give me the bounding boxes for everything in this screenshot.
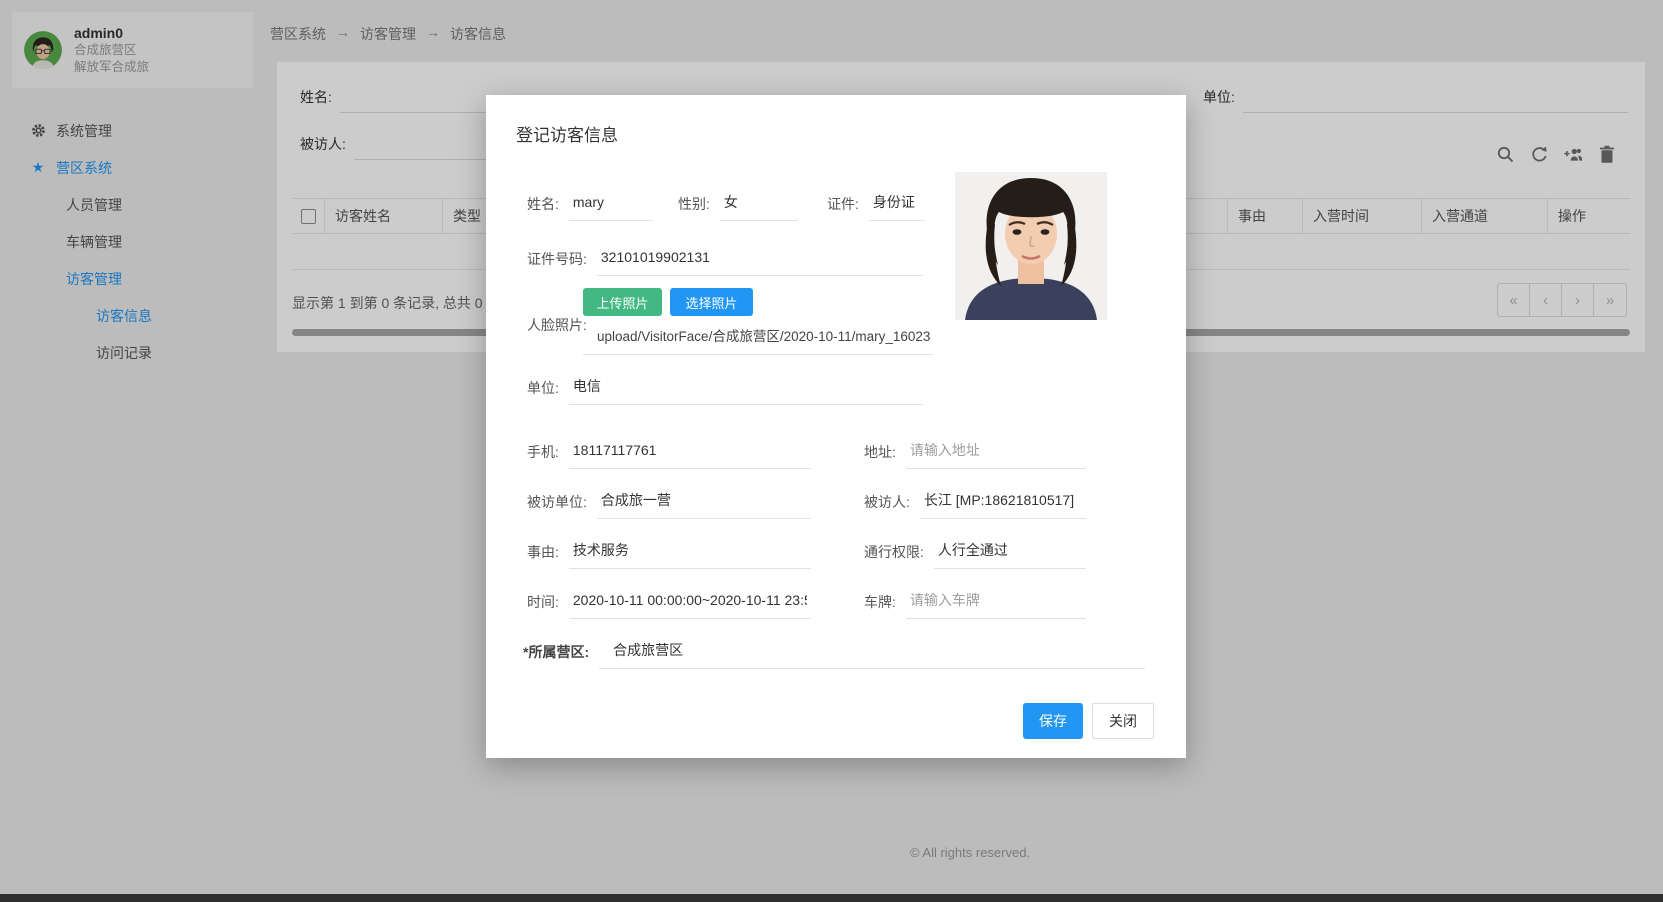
register-visitor-modal: 登记访客信息 姓名: 性别: 证件: 证件号码: 人脸照片: 上传照片 选择照片… [486,95,1186,758]
face-photo-field: 上传照片 选择照片 upload/VisitorFace/合成旅营区/2020-… [583,288,933,355]
reason-field-group: 事由: [527,540,811,569]
unit-label: 单位: [527,376,559,398]
plate-input[interactable] [906,590,1086,619]
upload-photo-button[interactable]: 上传照片 [583,288,662,316]
id-number-input[interactable] [597,247,923,276]
id-type-label: 证件: [827,192,859,214]
access-input[interactable] [934,540,1086,569]
visited-unit-label: 被访单位: [527,490,587,512]
camp-label: *所属营区: [523,640,589,662]
gender-input[interactable] [720,192,798,221]
gender-field-group: 性别: [678,192,798,221]
phone-label: 手机: [527,440,559,462]
camp-input[interactable] [599,640,1145,669]
address-input[interactable] [906,440,1086,469]
face-photo-label: 人脸照片: [527,313,587,335]
visited-unit-input[interactable] [597,490,811,519]
gender-label: 性别: [678,192,710,214]
address-label: 地址: [864,440,896,462]
close-button[interactable]: 关闭 [1092,703,1154,739]
access-field-group: 通行权限: [864,540,1086,569]
unit-field-group: 单位: [527,376,923,405]
face-photo-buttons: 上传照片 选择照片 [583,288,933,316]
save-button[interactable]: 保存 [1023,703,1083,739]
reason-label: 事由: [527,540,559,562]
id-number-field-group: 证件号码: [527,247,923,276]
screen: admin0 合成旅营区 解放军合成旅 系统管理 ★ 营区系统 人 [0,0,1663,902]
camp-field-group: *所属营区: [523,640,1145,669]
modal-actions: 保存 关闭 [1023,703,1154,739]
plate-field-group: 车牌: [864,590,1086,619]
access-label: 通行权限: [864,540,924,562]
visited-unit-field-group: 被访单位: [527,490,811,519]
plate-label: 车牌: [864,590,896,612]
phone-field-group: 手机: [527,440,811,469]
id-type-field-group: 证件: [827,192,925,221]
choose-photo-button[interactable]: 选择照片 [670,288,753,316]
time-label: 时间: [527,590,559,612]
visited-person-field-group: 被访人: [864,490,1086,519]
name-field-group: 姓名: [527,192,653,221]
id-type-input[interactable] [869,192,925,221]
phone-input[interactable] [569,440,811,469]
time-field-group: 时间: [527,590,811,619]
visitor-photo [955,172,1107,320]
address-field-group: 地址: [864,440,1086,469]
visited-person-input[interactable] [920,490,1086,519]
name-label: 姓名: [527,192,559,214]
modal-title: 登记访客信息 [516,121,618,146]
face-photo-path: upload/VisitorFace/合成旅营区/2020-10-11/mary… [583,323,933,355]
reason-input[interactable] [569,540,811,569]
unit-input[interactable] [569,376,923,405]
name-input[interactable] [569,192,653,221]
id-number-label: 证件号码: [527,247,587,269]
visited-person-label: 被访人: [864,490,910,512]
time-input[interactable] [569,590,811,619]
